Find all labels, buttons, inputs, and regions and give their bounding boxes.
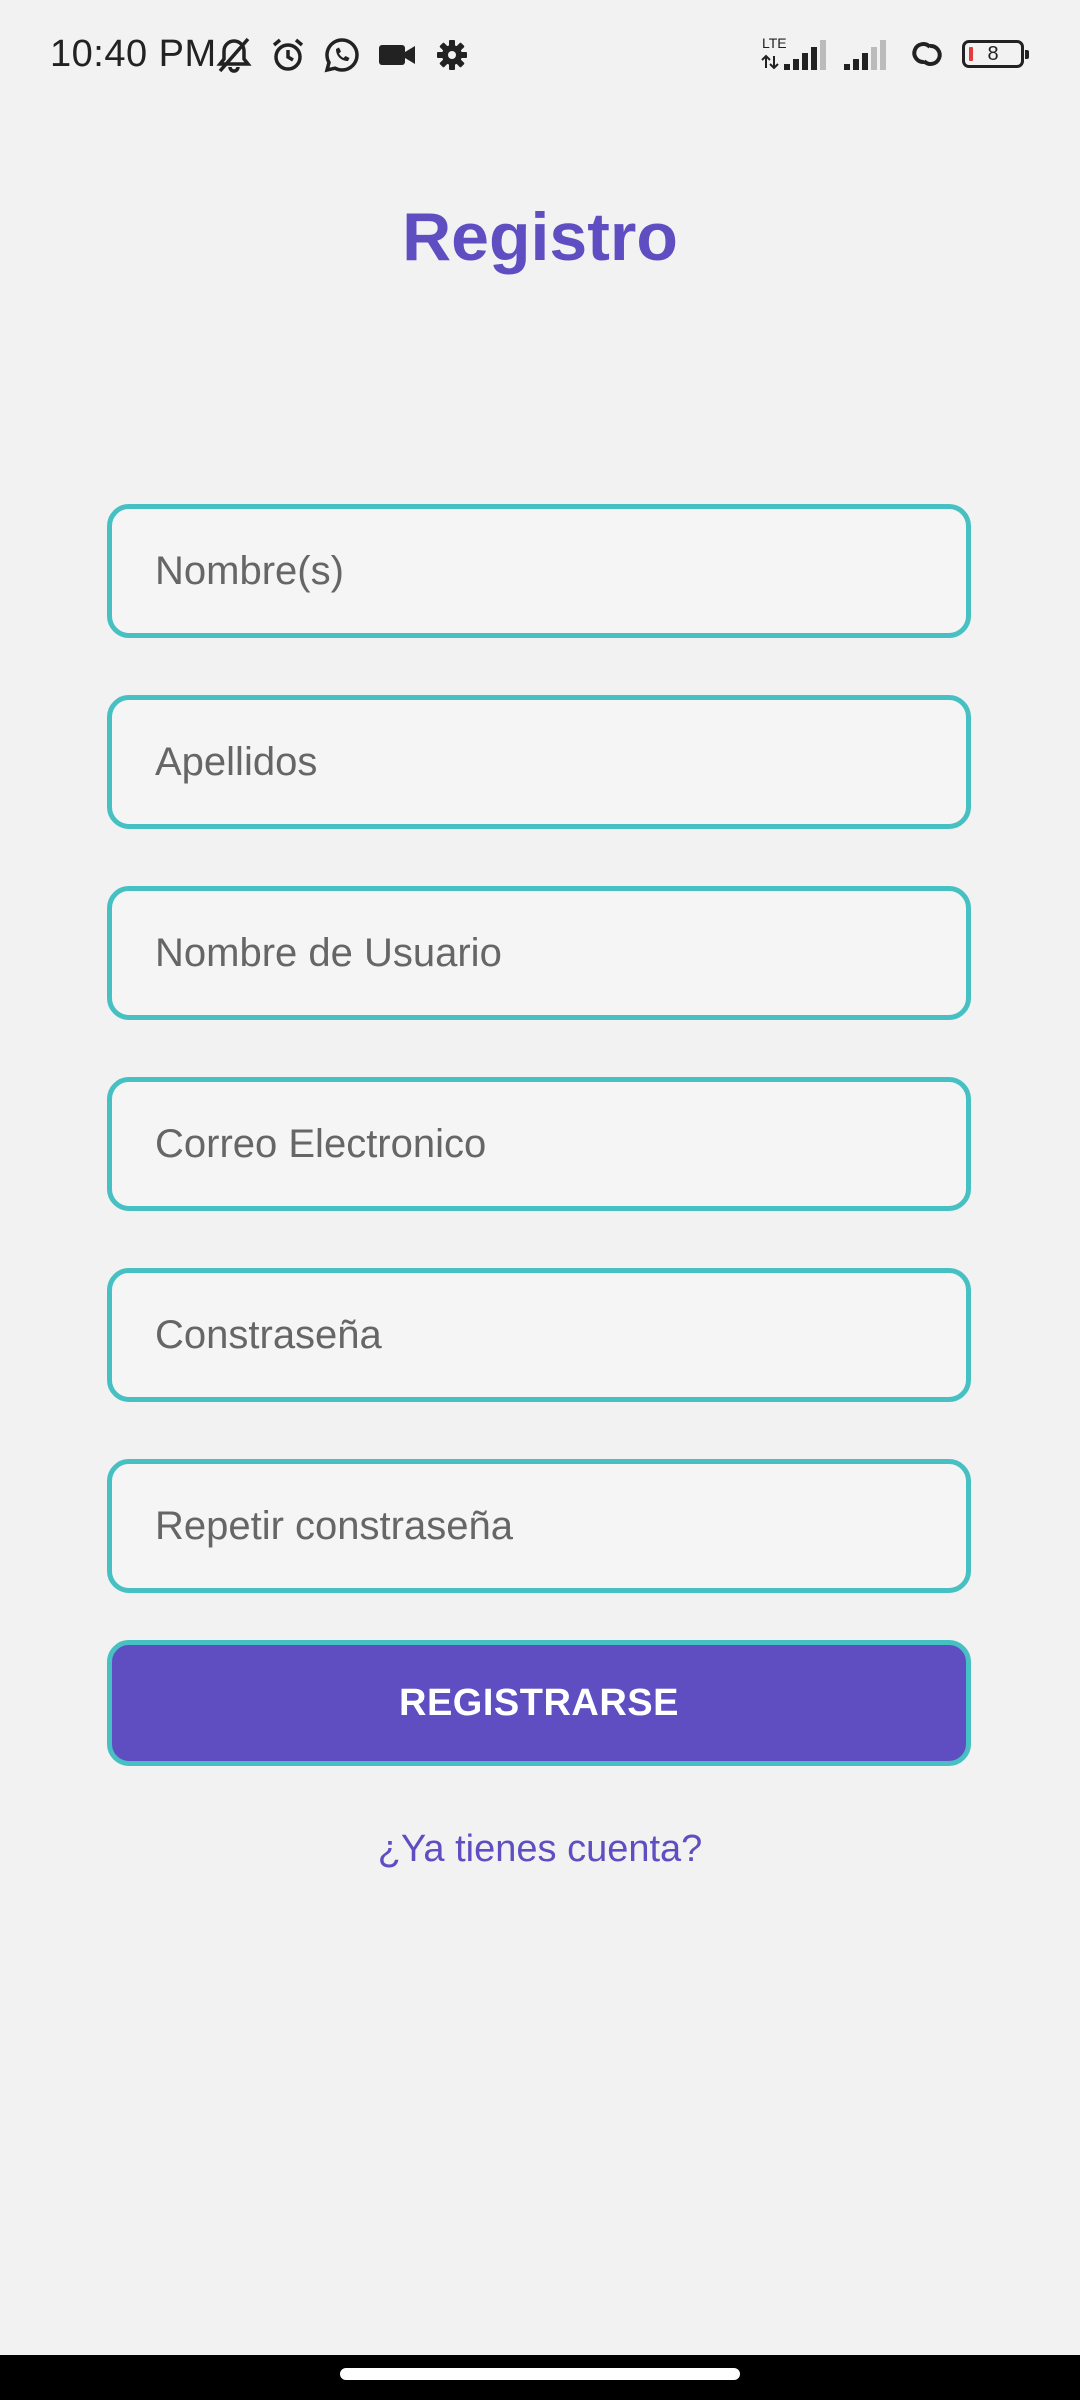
home-indicator[interactable]: [340, 2368, 740, 2380]
link-icon: [906, 34, 948, 74]
username-input[interactable]: [112, 891, 966, 1015]
page-title: Registro: [402, 199, 678, 275]
first-name-input[interactable]: [112, 509, 966, 633]
last-name-input[interactable]: [112, 700, 966, 824]
status-right-icons: LTE 8: [760, 34, 1029, 74]
repeat-password-input[interactable]: [112, 1464, 966, 1588]
last-name-field[interactable]: [107, 695, 971, 829]
battery-level: 8: [987, 42, 999, 65]
lte-label: LTE: [762, 35, 787, 51]
mute-icon: [214, 35, 254, 75]
password-input[interactable]: [112, 1273, 966, 1397]
status-left-icons: [214, 35, 472, 75]
alarm-icon: [268, 35, 308, 75]
registration-form: [107, 504, 971, 1650]
gear-icon: [432, 35, 472, 75]
navigation-bar: [0, 2355, 1080, 2400]
whatsapp-icon: [322, 35, 362, 75]
username-field[interactable]: [107, 886, 971, 1020]
email-input[interactable]: [112, 1082, 966, 1206]
status-bar: 10:40 PM LTE 8: [0, 0, 1080, 115]
first-name-field[interactable]: [107, 504, 971, 638]
lte-signal-icon: LTE: [760, 34, 828, 74]
video-camera-icon: [376, 35, 418, 75]
email-field[interactable]: [107, 1077, 971, 1211]
battery-icon: 8: [962, 40, 1029, 68]
repeat-password-field[interactable]: [107, 1459, 971, 1593]
status-time: 10:40 PM: [50, 33, 217, 75]
register-button[interactable]: REGISTRARSE: [107, 1640, 971, 1766]
password-field[interactable]: [107, 1268, 971, 1402]
login-link[interactable]: ¿Ya tienes cuenta?: [0, 1828, 1080, 1871]
signal-icon: [842, 34, 892, 74]
